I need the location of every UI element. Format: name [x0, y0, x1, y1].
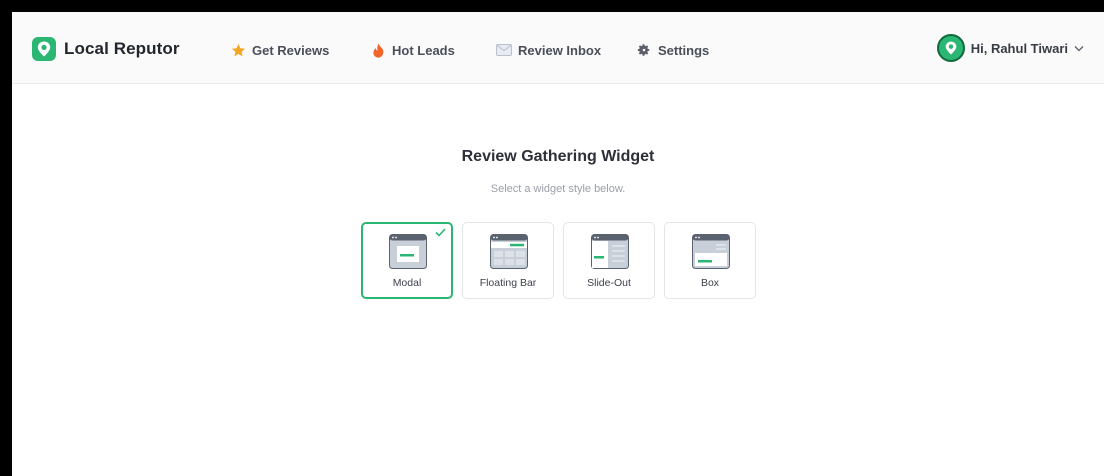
- location-pin-logo-icon: [32, 37, 56, 61]
- widget-style-label: Box: [700, 277, 720, 289]
- page-title: Review Gathering Widget: [461, 148, 655, 165]
- star-icon: [230, 42, 246, 58]
- fire-icon: [370, 42, 386, 58]
- modal-thumbnail-icon: [389, 234, 427, 269]
- widget-style-box[interactable]: Box: [664, 222, 756, 299]
- page-subtitle: Select a widget style below.: [490, 183, 626, 195]
- user-greeting: Hi, Rahul Tiwari: [970, 40, 1068, 56]
- widget-style-slide-out[interactable]: Slide-Out: [563, 222, 655, 299]
- widget-style-label: Floating Bar: [479, 277, 537, 289]
- nav-review-inbox[interactable]: Review Inbox: [496, 42, 601, 58]
- widget-style-label: Modal: [392, 277, 422, 289]
- gear-icon: [636, 42, 652, 58]
- nav-get-reviews[interactable]: Get Reviews: [230, 42, 329, 58]
- chevron-down-icon: [1074, 45, 1084, 52]
- avatar: [936, 34, 965, 62]
- floating-bar-thumbnail-icon: [490, 234, 528, 269]
- envelope-icon: [496, 42, 512, 58]
- user-menu[interactable]: Hi, Rahul Tiwari: [936, 34, 1084, 62]
- widget-style-floating-bar[interactable]: Floating Bar: [462, 222, 554, 299]
- brand[interactable]: Local Reputor: [32, 37, 180, 61]
- slide-out-thumbnail-icon: [591, 234, 629, 269]
- nav-label: Get Reviews: [252, 42, 330, 58]
- nav-settings[interactable]: Settings: [636, 42, 709, 58]
- nav-hot-leads[interactable]: Hot Leads: [370, 42, 455, 58]
- nav-label: Settings: [658, 42, 710, 58]
- top-header: Local Reputor Get Reviews Hot Leads Revi…: [12, 12, 1104, 84]
- box-thumbnail-icon: [692, 234, 730, 269]
- brand-name: Local Reputor: [64, 39, 180, 58]
- widget-style-options: Modal Floating Bar Slide-Out Box: [361, 222, 756, 299]
- widget-style-modal[interactable]: Modal: [361, 222, 453, 299]
- widget-style-label: Slide-Out: [587, 277, 631, 289]
- app-window: Local Reputor Get Reviews Hot Leads Revi…: [12, 12, 1104, 476]
- checkmark-icon: [435, 228, 446, 237]
- nav-label: Hot Leads: [392, 42, 455, 58]
- nav-label: Review Inbox: [518, 42, 602, 58]
